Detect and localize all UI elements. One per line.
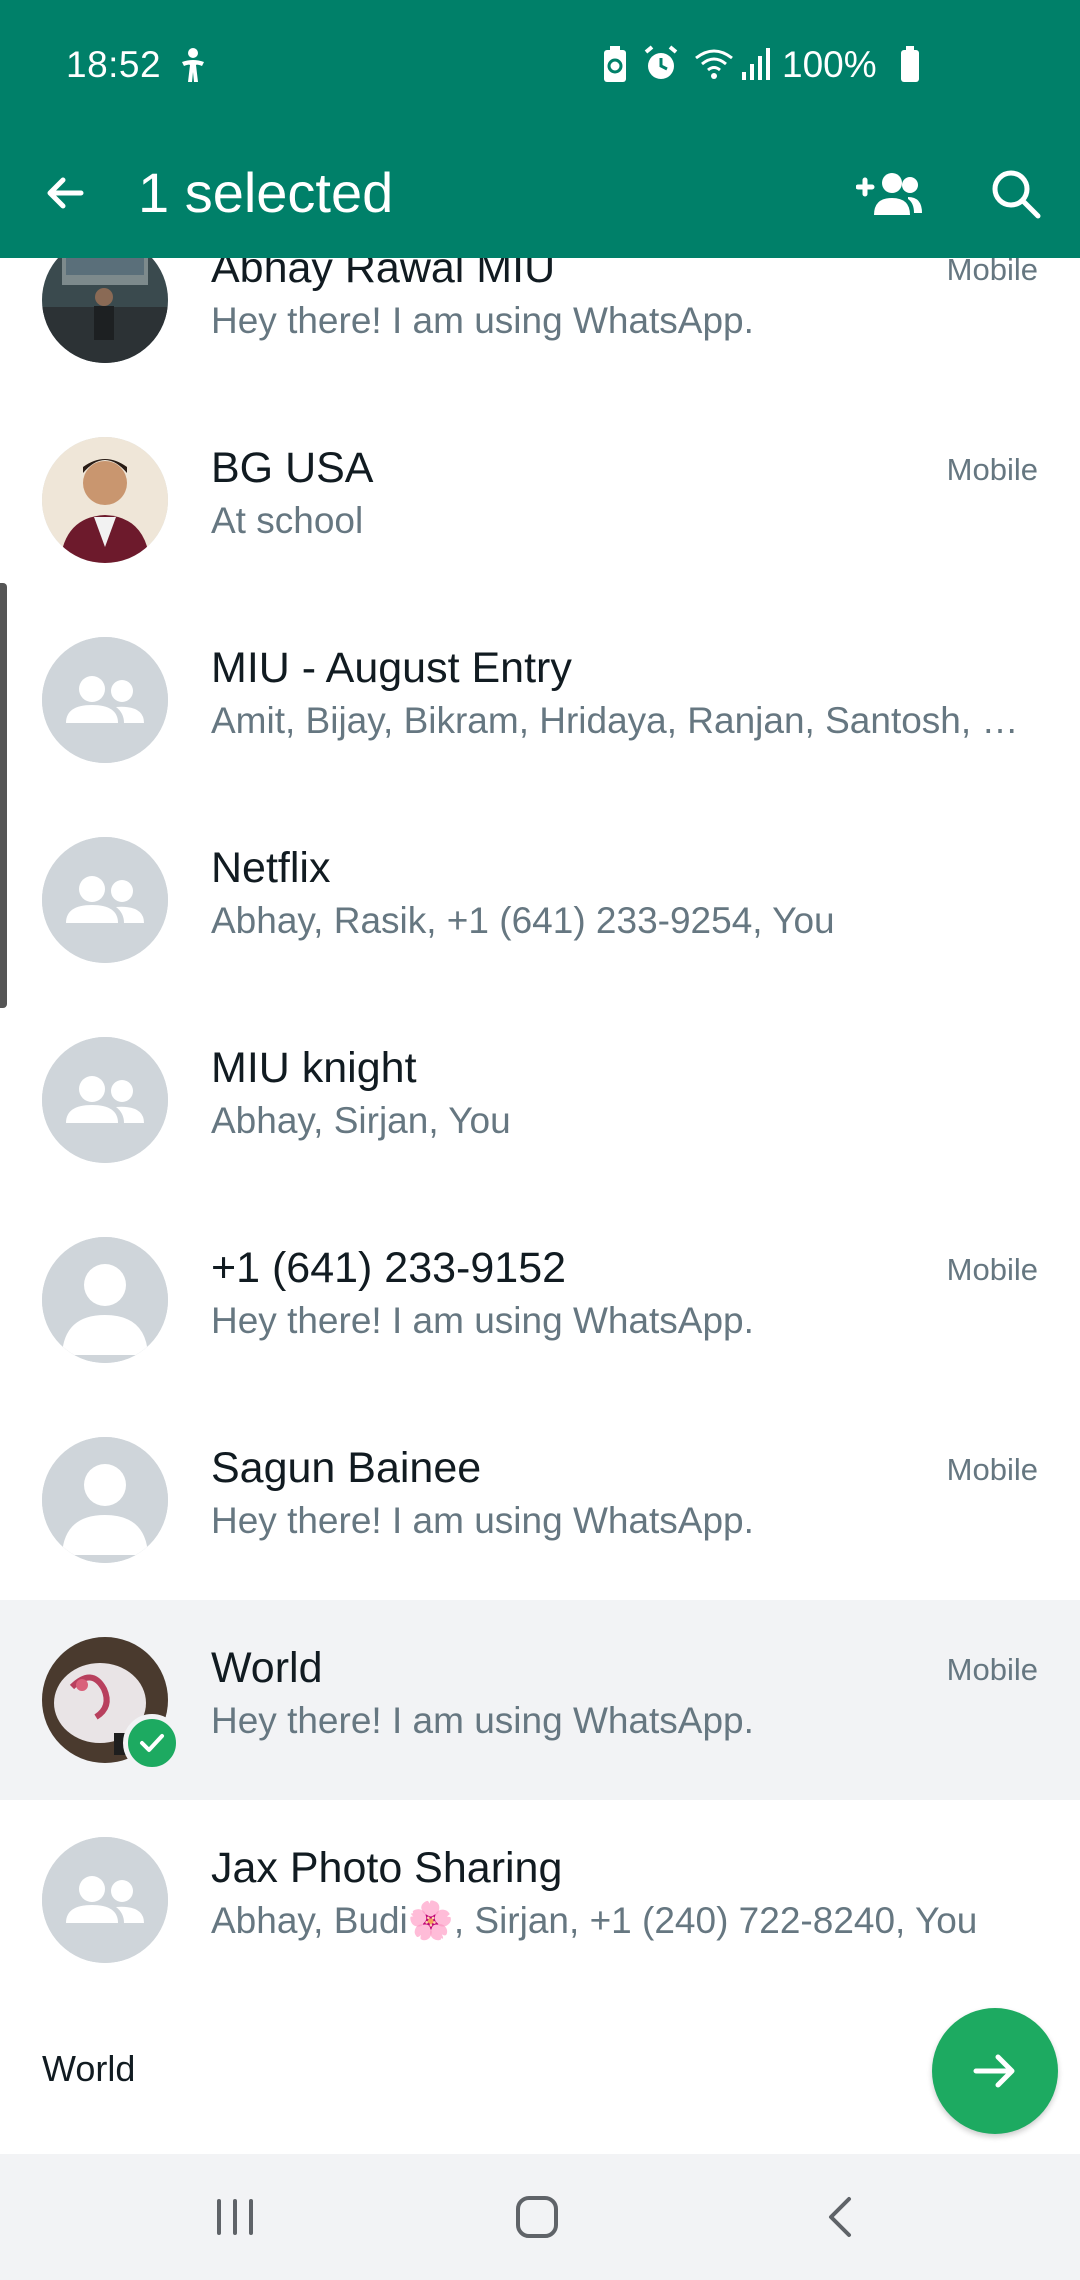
contact-status: At school — [211, 500, 364, 541]
contact-row[interactable]: Jax Photo Sharing Abhay, Budi🌸, Sirjan, … — [0, 1800, 1080, 1986]
status-icons: 100% — [600, 40, 1080, 88]
contact-row[interactable]: +1 (641) 233-9152 Mobile Hey there! I am… — [0, 1200, 1080, 1400]
selection-bar: World — [0, 1986, 1080, 2154]
contact-name: BG USA — [211, 444, 374, 492]
status-bar: 18:52 100% — [0, 0, 1080, 130]
contact-name: +1 (641) 233-9152 — [211, 1244, 567, 1292]
contact-status: Abhay, Sirjan, You — [211, 1100, 511, 1141]
contact-row[interactable]: Netflix Abhay, Rasik, +1 (641) 233-9254,… — [0, 800, 1080, 1000]
add-people-icon — [856, 173, 922, 215]
contact-type: Mobile — [946, 1652, 1038, 1687]
contact-name: World — [211, 1644, 323, 1692]
send-button[interactable] — [932, 2008, 1058, 2134]
chevron-left-icon — [829, 2197, 851, 2237]
selected-contacts-label: World — [42, 2048, 136, 2089]
avatar — [42, 258, 168, 363]
signal-icon — [740, 44, 774, 89]
battery-percent: 100% — [782, 44, 877, 85]
search-icon — [992, 170, 1041, 219]
system-back-button[interactable] — [796, 2174, 886, 2260]
contact-type: Mobile — [946, 452, 1038, 487]
wifi-icon — [694, 44, 734, 89]
contact-row[interactable]: BG USA Mobile At school — [0, 400, 1080, 600]
contact-name: Abhay Rawal MIU — [211, 258, 556, 292]
contact-name: Jax Photo Sharing — [211, 1844, 563, 1892]
contact-list[interactable]: Abhay Rawal MIU Mobile Hey there! I am u… — [0, 258, 1080, 1986]
group-avatar-icon — [42, 837, 168, 963]
group-avatar-icon — [42, 637, 168, 763]
contact-type: Mobile — [946, 1452, 1038, 1487]
person-avatar-icon — [42, 1437, 168, 1563]
avatar — [42, 437, 168, 563]
contact-row[interactable]: Abhay Rawal MIU Mobile Hey there! I am u… — [0, 258, 1080, 400]
group-avatar-icon — [42, 1037, 168, 1163]
contact-name: Netflix — [211, 844, 331, 892]
arrow-forward-icon — [973, 2054, 1015, 2088]
contact-row-selected[interactable]: World Mobile Hey there! I am using Whats… — [0, 1600, 1080, 1800]
contact-name: MIU - August Entry — [211, 644, 572, 692]
contact-type: Mobile — [946, 258, 1038, 287]
contact-row[interactable]: MIU knight Abhay, Sirjan, You — [0, 1000, 1080, 1200]
app-header: 18:52 100% 1 selected — [0, 0, 1080, 258]
arrow-back-icon — [47, 177, 84, 209]
contact-row[interactable]: Sagun Bainee Mobile Hey there! I am usin… — [0, 1400, 1080, 1600]
alarm-icon — [642, 44, 680, 89]
toolbar: 1 selected — [0, 130, 1080, 258]
recent-apps-button[interactable] — [190, 2174, 280, 2260]
contact-status: Hey there! I am using WhatsApp. — [211, 1300, 754, 1341]
home-icon — [516, 2196, 558, 2238]
contact-status: Hey there! I am using WhatsApp. — [211, 1500, 754, 1541]
battery-icon — [898, 44, 922, 89]
system-nav-bar — [0, 2154, 1080, 2280]
accessibility-icon — [176, 46, 210, 86]
selected-check-icon — [123, 1714, 181, 1772]
contact-status: Amit, Bijay, Bikram, Hridaya, Ranjan, Sa… — [211, 700, 1019, 741]
home-button[interactable] — [492, 2174, 582, 2260]
contact-status: Hey there! I am using WhatsApp. — [211, 1700, 754, 1741]
battery-saver-icon — [600, 44, 630, 89]
contact-row[interactable]: MIU - August Entry Amit, Bijay, Bikram, … — [0, 600, 1080, 800]
group-avatar-icon — [42, 1837, 168, 1963]
add-participant-button[interactable] — [850, 156, 930, 232]
contact-status: Abhay, Rasik, +1 (641) 233-9254, You — [211, 900, 835, 941]
person-avatar-icon — [42, 1237, 168, 1363]
contact-status: Abhay, Budi🌸, Sirjan, +1 (240) 722-8240,… — [211, 1900, 978, 1941]
status-time: 18:52 — [66, 44, 162, 85]
recent-apps-icon — [217, 2199, 253, 2235]
contact-name: MIU knight — [211, 1044, 417, 1092]
back-button[interactable] — [30, 158, 100, 228]
contact-status: Hey there! I am using WhatsApp. — [211, 300, 754, 341]
contact-name: Sagun Bainee — [211, 1444, 482, 1492]
search-button[interactable] — [978, 156, 1054, 232]
scrollbar[interactable] — [0, 583, 7, 1008]
page-title: 1 selected — [138, 161, 394, 224]
contact-type: Mobile — [946, 1252, 1038, 1287]
